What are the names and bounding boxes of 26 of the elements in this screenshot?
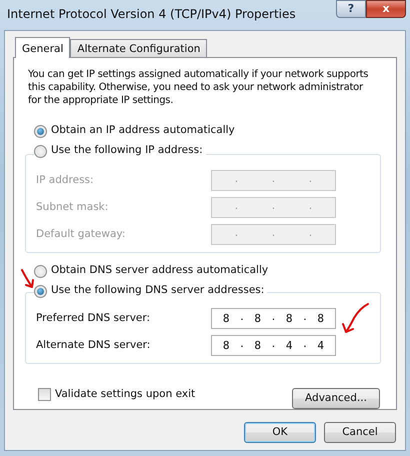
field-label: Default gateway: [36,226,126,242]
ip-address-field[interactable]: 8 . 8 . 8 . 8 [211,308,336,330]
radio-button[interactable] [34,284,47,298]
field-label: Alternate DNS server: [36,338,150,353]
help-button[interactable]: ? [336,0,366,18]
intro-text: You can get IP settings assigned automatically if your network supports this capability. Otherwise, you need to ask your network administrator for the appropriate IP settings. [28,68,370,107]
ip-address-field[interactable]: 8 . 8 . 4 . 4 [211,335,336,356]
annotation-arrow [340,302,370,334]
validate-checkbox[interactable]: Validate settings upon exit [38,386,196,403]
checkbox[interactable] [38,388,51,402]
field-label: IP address: [36,172,94,188]
advanced-button[interactable]: Advanced... [292,388,380,410]
radio-option[interactable]: Obtain an IP address automatically [34,121,382,141]
radio-button[interactable] [34,264,47,278]
radio-button[interactable] [34,124,47,138]
radio-option[interactable]: Obtain DNS server address automatically [34,261,382,282]
tab[interactable]: General [15,37,70,58]
ok-button[interactable]: OK [244,422,316,443]
field-label: Subnet mask: [36,200,108,215]
close-button[interactable]: x [366,0,406,18]
field-label: Preferred DNS server: [36,310,150,326]
cancel-button[interactable]: Cancel [324,422,396,443]
tab[interactable]: Alternate Configuration [70,39,208,57]
annotation-arrow [20,268,36,290]
window-title: Internet Protocol Version 4 (TCP/IPv4) Properties [7,6,296,23]
radio-button[interactable] [34,144,47,158]
